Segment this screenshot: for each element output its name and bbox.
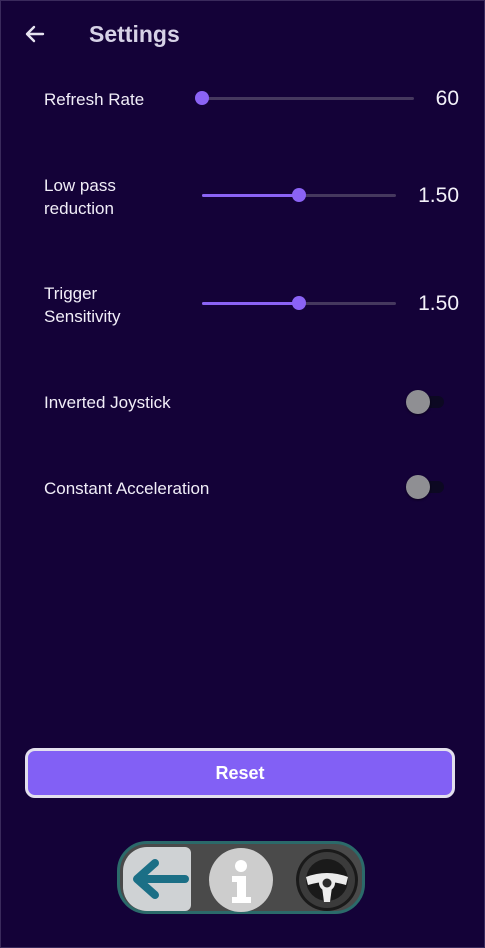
info-icon: [209, 848, 273, 912]
label-line: Trigger: [44, 284, 98, 303]
refresh-rate-slider[interactable]: [195, 90, 414, 108]
back-arrow-icon: [133, 859, 189, 899]
bottom-nav-bar: [117, 841, 365, 914]
inverted-joystick-toggle[interactable]: [406, 390, 450, 414]
inverted-joystick-label: Inverted Joystick: [44, 393, 171, 412]
trigger-sensitivity-label: Trigger Sensitivity: [44, 282, 121, 328]
slider-thumb[interactable]: [195, 91, 209, 105]
reset-button[interactable]: Reset: [25, 748, 455, 798]
slider-thumb[interactable]: [292, 188, 306, 202]
header: Settings: [0, 0, 485, 70]
low-pass-reduction-label: Low pass reduction: [44, 174, 116, 220]
trigger-sensitivity-value: 1.50: [418, 292, 459, 315]
nav-steering-button[interactable]: [294, 847, 360, 913]
label-line: Low pass: [44, 176, 116, 195]
refresh-rate-value: 60: [435, 87, 459, 110]
steering-wheel-icon: [296, 849, 358, 911]
nav-info-button[interactable]: [208, 847, 274, 913]
label-line: Sensitivity: [44, 307, 121, 326]
label-line: reduction: [44, 199, 114, 218]
low-pass-reduction-slider[interactable]: [202, 187, 396, 205]
low-pass-reduction-value: 1.50: [418, 184, 459, 207]
back-arrow-icon: [25, 25, 45, 43]
constant-acceleration-label: Constant Acceleration: [44, 479, 210, 498]
trigger-sensitivity-slider[interactable]: [202, 295, 396, 313]
slider-thumb[interactable]: [292, 296, 306, 310]
constant-acceleration-toggle[interactable]: [406, 475, 450, 499]
refresh-rate-label: Refresh Rate: [44, 90, 145, 109]
screen-frame: [0, 0, 485, 948]
back-button[interactable]: [18, 18, 52, 50]
page-title: Settings: [89, 21, 180, 47]
nav-back-button[interactable]: [123, 847, 191, 911]
